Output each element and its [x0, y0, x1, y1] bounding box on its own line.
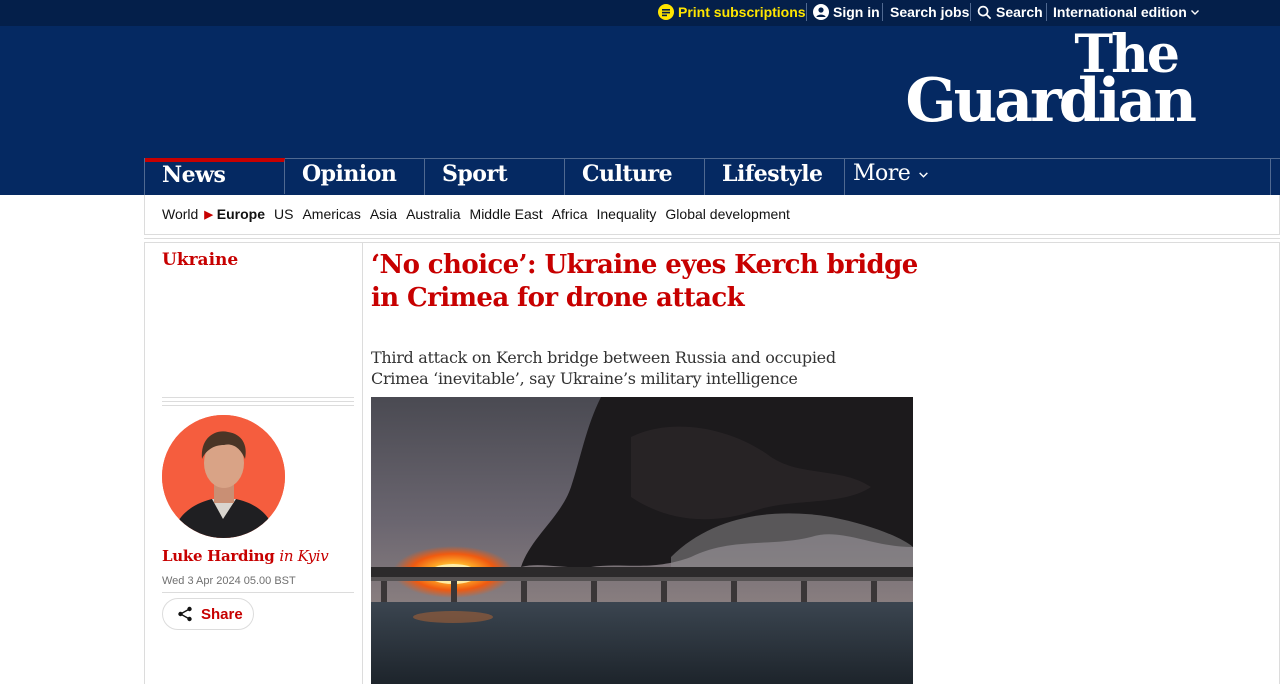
author-link[interactable]: Luke Harding [162, 547, 275, 565]
logo-line-2: Guardian [905, 65, 1197, 136]
search-link[interactable]: Search [977, 0, 1043, 24]
pillar-sport[interactable]: Sport [425, 159, 565, 195]
search-icon [977, 5, 992, 19]
pillar-news[interactable]: News [145, 158, 285, 194]
divider [162, 592, 354, 593]
section-kicker[interactable]: Ukraine [162, 250, 238, 270]
guardian-logo[interactable]: The Guardian [905, 29, 1197, 136]
subnav-label: Africa [551, 206, 588, 222]
subnav-label: Inequality [596, 206, 657, 222]
subnav-label: Americas [302, 206, 361, 222]
print-subscriptions-icon [658, 4, 674, 20]
subnav-item-inequality[interactable]: Inequality [596, 206, 656, 222]
search-label: Search [996, 4, 1043, 20]
subnav-item-global-development[interactable]: Global development [665, 206, 790, 222]
meta-divider [162, 397, 354, 409]
subnav-label: Europe [216, 206, 266, 222]
divider [970, 3, 971, 21]
share-icon [178, 606, 192, 622]
chevron-down-icon [918, 172, 928, 178]
pillar-lifestyle[interactable]: Lifestyle [705, 159, 845, 195]
subnav-item-world[interactable]: World [162, 206, 198, 222]
sign-in-link[interactable]: Sign in [813, 0, 880, 24]
author-avatar [162, 415, 285, 538]
subnav-item-americas[interactable]: Americas [302, 206, 360, 222]
author-location: in Kyiv [279, 547, 329, 565]
subnav-item-us[interactable]: US [274, 206, 293, 222]
pillar-label: Culture [582, 161, 673, 187]
pillar-label: Sport [442, 161, 508, 187]
subnav-label: Global development [665, 206, 790, 222]
subnav: World ▶ Europe US Americas Asia Australi… [144, 195, 1280, 234]
divider [1046, 3, 1047, 21]
subnav-item-middle-east[interactable]: Middle East [470, 206, 543, 222]
author-portrait [162, 415, 285, 538]
publish-date: Wed 3 Apr 2024 05.00 BST [162, 575, 296, 587]
subnav-label: Australia [406, 206, 461, 222]
pillar-culture[interactable]: Culture [565, 159, 705, 195]
pillar-label: News [162, 162, 226, 188]
article-headline: ‘No choice’: Ukraine eyes Kerch bridge i… [371, 250, 918, 313]
current-arrow-icon: ▶ [204, 208, 213, 221]
pillar-label: More [853, 161, 911, 186]
bridge-fire-photo [371, 397, 913, 684]
pillar-label: Opinion [302, 161, 397, 187]
column-divider [362, 243, 363, 684]
user-icon [813, 4, 829, 20]
chevron-down-icon [1190, 10, 1199, 15]
subnav-label: World [162, 206, 199, 222]
divider [882, 3, 883, 21]
print-subscriptions-label: Print subscriptions [678, 4, 806, 20]
print-subscriptions-link[interactable]: Print subscriptions [658, 0, 806, 24]
subnav-item-asia[interactable]: Asia [370, 206, 397, 222]
share-label: Share [201, 605, 243, 623]
section-divider [144, 234, 1280, 243]
subnav-label: Asia [369, 206, 398, 222]
search-jobs-label: Search jobs [890, 4, 970, 20]
subnav-label: US [274, 206, 294, 222]
subnav-label: Middle East [469, 206, 543, 222]
sign-in-label: Sign in [833, 4, 880, 20]
pillar-nav: News Opinion Sport Culture Lifestyle Mor… [144, 158, 1280, 195]
subnav-item-europe[interactable]: ▶ Europe [204, 206, 265, 222]
pillar-opinion[interactable]: Opinion [285, 159, 425, 195]
article-standfirst: Third attack on Kerch bridge between Rus… [371, 348, 836, 388]
author-byline: Luke Harding in Kyiv [162, 547, 329, 565]
top-utility-bar: Print subscriptions Sign in Search jobs … [0, 0, 1280, 26]
pillar-more[interactable]: More [845, 159, 1271, 195]
edition-selector[interactable]: International edition [1053, 0, 1204, 24]
article-main-image [371, 397, 913, 684]
pillar-label: Lifestyle [722, 161, 823, 187]
share-button[interactable]: Share [162, 598, 254, 630]
edition-label: International edition [1053, 4, 1187, 20]
divider [806, 3, 807, 21]
search-jobs-link[interactable]: Search jobs [890, 0, 969, 24]
subnav-item-africa[interactable]: Africa [552, 206, 588, 222]
subnav-item-australia[interactable]: Australia [406, 206, 460, 222]
